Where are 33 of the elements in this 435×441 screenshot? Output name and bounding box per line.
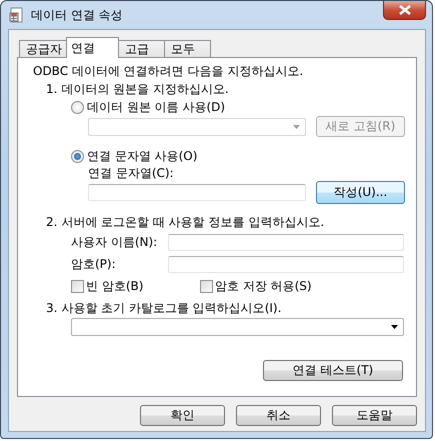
- tab[interactable]: 고급: [118, 40, 165, 58]
- checkbox[interactable]: [71, 280, 84, 292]
- window-title: 데이터 연결 속성: [31, 6, 123, 24]
- checkbox-label: 암호 저장 허용(S): [215, 278, 312, 294]
- field-label: 암호(P):: [71, 256, 117, 272]
- tab[interactable]: 모두: [164, 40, 211, 58]
- dialog-button[interactable]: 확인: [140, 405, 225, 426]
- build-button[interactable]: 작성(U)...: [316, 181, 405, 204]
- dialog-button[interactable]: 취소: [236, 405, 321, 426]
- section-heading: 2. 서버에 로그온할 때 사용할 정보를 입력하십시오.: [46, 214, 326, 231]
- section-heading: 1. 데이터의 원본을 지정하십시오.: [46, 81, 230, 98]
- instruction-text: ODBC 데이터에 연결하려면 다음을 지정하십시오.: [33, 63, 304, 80]
- section-heading: 3. 사용할 초기 카탈로그를 입력하십시오(I).: [46, 300, 282, 317]
- password-field[interactable]: [168, 256, 404, 272]
- close-icon: [398, 5, 410, 15]
- radio-label: 데이터 원본 이름 사용(D): [87, 98, 226, 116]
- caret-icon: [391, 325, 398, 329]
- radio-button[interactable]: [71, 150, 84, 162]
- radio-button[interactable]: [71, 100, 84, 114]
- catalog-dropdown[interactable]: [71, 318, 404, 336]
- field-label: 사용자 이름(N):: [71, 234, 158, 250]
- close-button[interactable]: [383, 1, 426, 20]
- field-label: 연결 문자열(C):: [88, 165, 175, 181]
- radio-label: 연결 문자열 사용(O): [87, 148, 198, 164]
- user-name-field[interactable]: [168, 234, 404, 250]
- checkbox[interactable]: [200, 280, 213, 292]
- connection-string-field[interactable]: [88, 184, 306, 201]
- test-connection-button[interactable]: 연결 테스트(T): [263, 360, 403, 381]
- tab[interactable]: 연결: [66, 37, 119, 58]
- dialog-button[interactable]: 도움말: [332, 405, 417, 426]
- caret-icon: [293, 124, 300, 128]
- table-icon: [9, 7, 25, 23]
- checkbox-label: 빈 암호(B): [86, 278, 144, 294]
